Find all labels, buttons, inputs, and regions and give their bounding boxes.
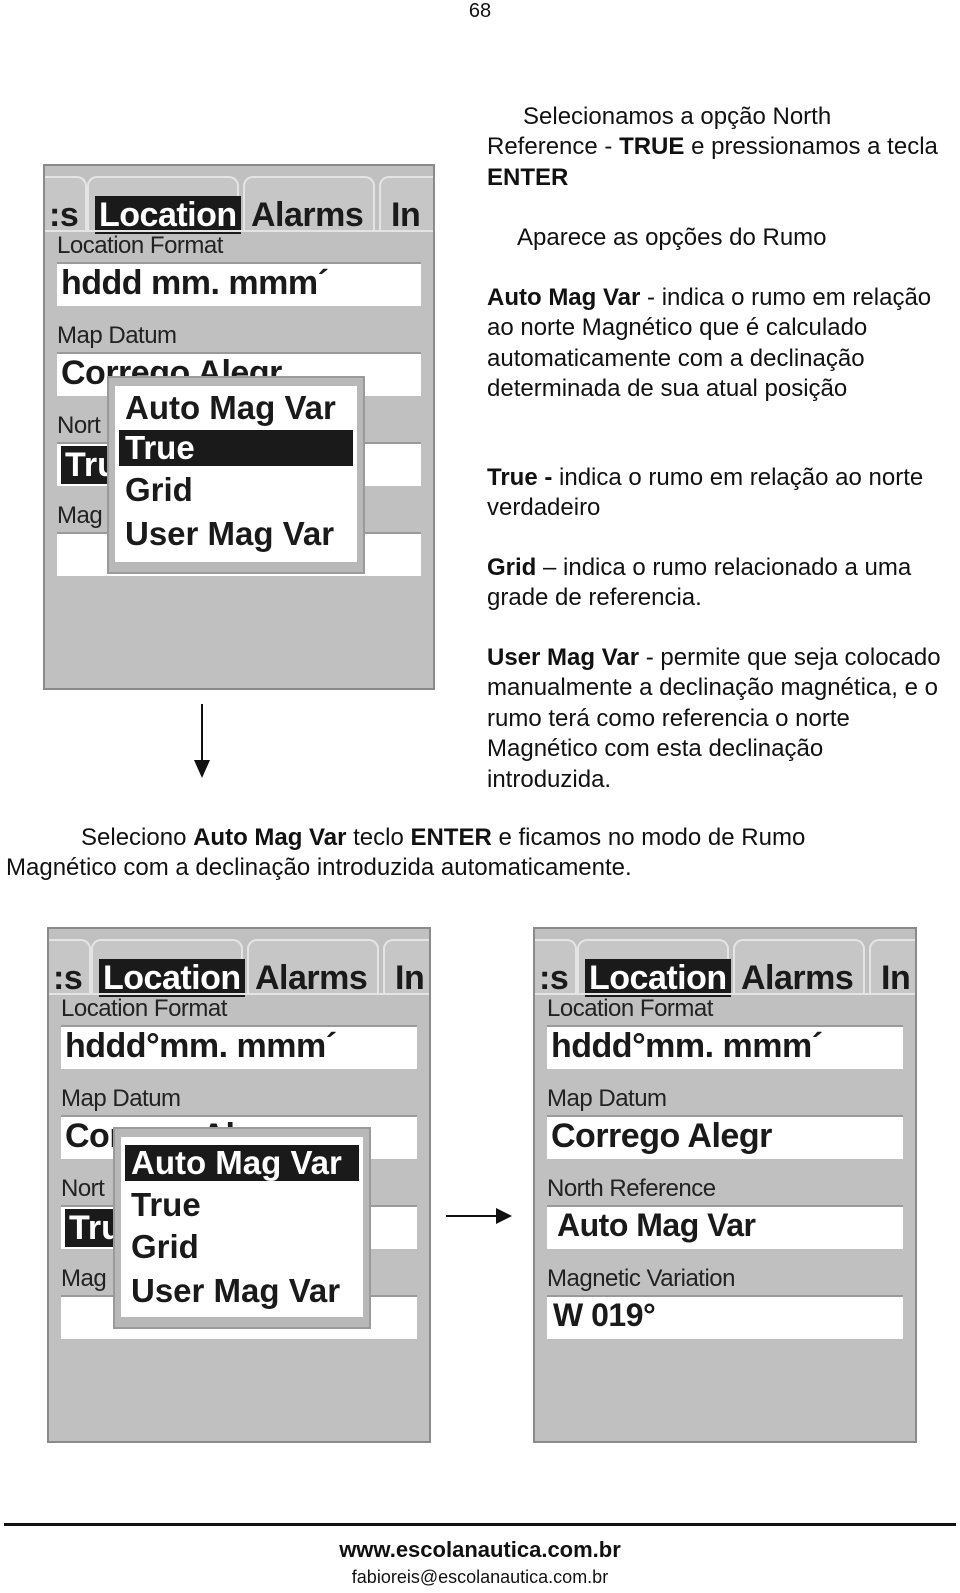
tab-label: :s: [49, 196, 79, 234]
definition-text: indica o rumo em relação ao norte verdad…: [487, 464, 924, 522]
tab-prev[interactable]: :s: [45, 176, 87, 234]
menu-option-true[interactable]: True: [119, 430, 353, 466]
tab-label: Alarms: [251, 196, 364, 234]
location-format-label: Location Format: [61, 995, 227, 1022]
footer-divider: [4, 1523, 956, 1526]
magnetic-variation-field[interactable]: W 019°: [547, 1295, 903, 1339]
summary-bold: Auto Mag Var: [193, 824, 347, 851]
tab-alarms[interactable]: Alarms: [247, 939, 379, 997]
location-format-field[interactable]: hddd°mm. mmm´: [61, 1025, 417, 1069]
intro-bold-true: TRUE: [619, 133, 685, 161]
tab-location[interactable]: Location: [577, 939, 731, 997]
location-format-value: hddd°mm. mmm´: [551, 1027, 823, 1065]
definition-term: Auto Mag Var: [487, 284, 641, 311]
definition-grid: Grid – indica o rumo relacionado a uma g…: [487, 553, 957, 614]
location-format-value: hddd mm. mmm´: [61, 264, 329, 302]
definition-term: True -: [487, 464, 553, 491]
definition-auto-mag-var: Auto Mag Var - indica o rumo em relação …: [487, 283, 947, 405]
definition-term: User Mag Var: [487, 644, 640, 671]
tab-alarms[interactable]: Alarms: [243, 176, 375, 234]
summary-text: teclo: [346, 824, 411, 851]
magnetic-variation-label: Mag: [61, 1265, 107, 1292]
tab-bar: :s Location Alarms In: [49, 929, 429, 997]
down-arrow-icon: [194, 704, 210, 778]
tab-label: Location: [585, 959, 731, 997]
tab-location[interactable]: Location: [87, 176, 241, 234]
summary-paragraph: Seleciono Auto Mag Var teclo ENTER e fic…: [6, 823, 906, 884]
menu-option-true[interactable]: True: [125, 1187, 359, 1223]
tab-label: In: [881, 959, 911, 997]
menu-option-auto-mag-var[interactable]: Auto Mag Var: [119, 390, 353, 426]
menu-option-user-mag-var[interactable]: User Mag Var: [125, 1273, 359, 1309]
north-reference-field[interactable]: Auto Mag Var: [547, 1205, 903, 1249]
north-reference-menu: Auto Mag Var True Grid User Mag Var: [113, 1127, 371, 1329]
tab-label: In: [395, 959, 425, 997]
tab-location[interactable]: Location: [91, 939, 245, 997]
map-datum-value: Corrego Alegr: [551, 1117, 772, 1155]
north-reference-label: Nort: [61, 1175, 105, 1202]
tab-alarms[interactable]: Alarms: [733, 939, 865, 997]
options-heading: Aparece as opções do Rumo: [517, 224, 827, 251]
tab-label: :s: [539, 959, 569, 997]
menu-option-grid[interactable]: Grid: [119, 472, 353, 508]
location-format-field[interactable]: hddd°mm. mmm´: [547, 1025, 903, 1069]
right-arrow-icon: [446, 1208, 512, 1224]
gps-screen-2: :s Location Alarms In Location Format hd…: [47, 927, 431, 1443]
map-datum-label: Map Datum: [57, 322, 177, 349]
menu-option-user-mag-var[interactable]: User Mag Var: [119, 516, 353, 552]
north-reference-label: Nort: [57, 412, 101, 439]
location-format-label: Location Format: [57, 232, 223, 259]
footer-email[interactable]: fabioreis@escolanautica.com.br: [0, 1567, 960, 1588]
definition-term: Grid: [487, 554, 537, 581]
tab-in[interactable]: In: [383, 939, 429, 997]
tab-label: Location: [99, 959, 245, 997]
north-reference-value: Auto Mag Var: [557, 1207, 756, 1243]
summary-text: Seleciono: [81, 824, 194, 851]
tab-label: In: [391, 196, 421, 234]
intro-bold-enter: ENTER: [487, 163, 569, 191]
gps-screen-3: :s Location Alarms In Location Format hd…: [533, 927, 917, 1443]
definition-text: – indica o rumo relacionado a uma grade …: [487, 554, 912, 612]
map-datum-field[interactable]: Corrego Alegr: [547, 1115, 903, 1159]
definition-user-mag-var: User Mag Var - permite que seja colocado…: [487, 643, 947, 795]
tab-label: Alarms: [741, 959, 854, 997]
tab-label: :s: [53, 959, 83, 997]
north-reference-menu: Auto Mag Var True Grid User Mag Var: [107, 376, 365, 574]
intro-text: e pressionamos a tecla: [684, 133, 938, 161]
location-format-label: Location Format: [547, 995, 713, 1022]
tab-bar: :s Location Alarms In: [45, 166, 433, 234]
menu-list: Auto Mag Var True Grid User Mag Var: [121, 1137, 363, 1317]
location-format-field[interactable]: hddd mm. mmm´: [57, 262, 421, 306]
tab-in[interactable]: In: [869, 939, 915, 997]
menu-option-grid[interactable]: Grid: [125, 1229, 359, 1265]
north-reference-label: North Reference: [547, 1175, 716, 1202]
definition-true: True - indica o rumo em relação ao norte…: [487, 463, 947, 524]
map-datum-label: Map Datum: [61, 1085, 181, 1112]
magnetic-variation-value: W 019°: [553, 1297, 656, 1333]
map-datum-label: Map Datum: [547, 1085, 667, 1112]
footer-website[interactable]: www.escolanautica.com.br: [0, 1537, 960, 1563]
menu-option-auto-mag-var[interactable]: Auto Mag Var: [125, 1145, 359, 1181]
location-format-value: hddd°mm. mmm´: [65, 1027, 337, 1065]
gps-screen-1: :s Location Alarms In Location Format hd…: [43, 164, 435, 690]
menu-list: Auto Mag Var True Grid User Mag Var: [115, 386, 357, 562]
magnetic-variation-label: Mag: [57, 502, 103, 529]
tab-prev[interactable]: :s: [535, 939, 577, 997]
intro-paragraph: Selecionamos a opção North Reference - T…: [487, 102, 947, 193]
tab-in[interactable]: In: [379, 176, 433, 234]
tab-label: Location: [95, 196, 241, 234]
tab-bar: :s Location Alarms In: [535, 929, 915, 997]
magnetic-variation-label: Magnetic Variation: [547, 1265, 736, 1292]
page-number: 68: [468, 0, 492, 22]
tab-prev[interactable]: :s: [49, 939, 91, 997]
tab-label: Alarms: [255, 959, 368, 997]
summary-bold: ENTER: [410, 824, 492, 851]
